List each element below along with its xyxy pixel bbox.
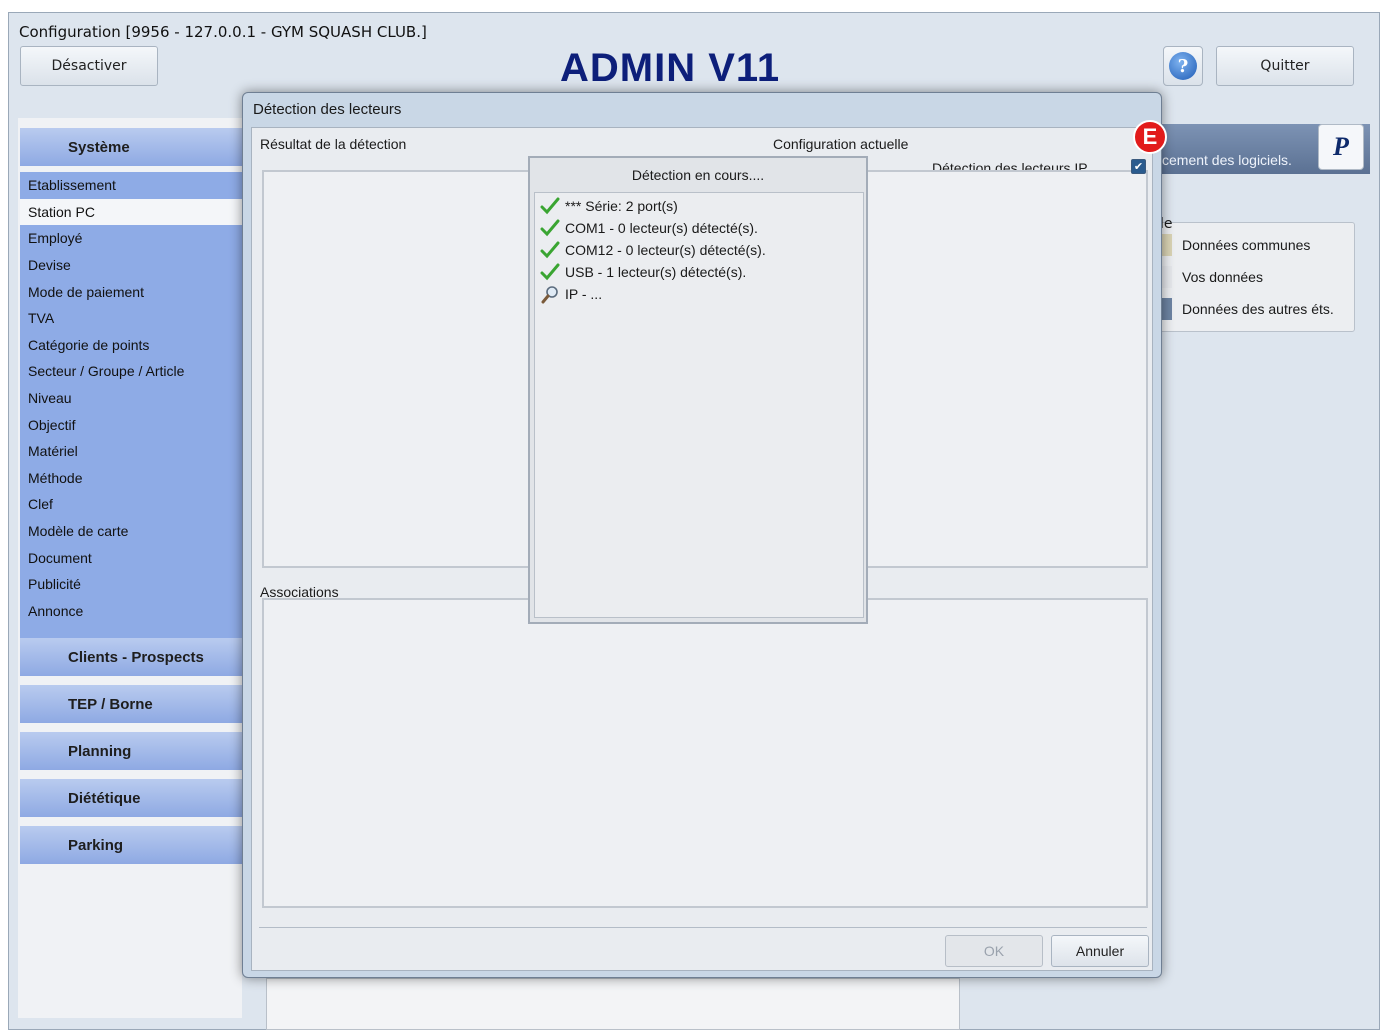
annotation-badge: E xyxy=(1133,120,1167,154)
sidebar-item[interactable]: Etablissement xyxy=(20,172,242,199)
sidebar-item[interactable]: Matériel xyxy=(20,438,242,465)
sidebar-item[interactable]: Méthode xyxy=(20,465,242,492)
ok-button[interactable]: OK xyxy=(945,935,1043,967)
sidebar-section-planning[interactable]: Planning xyxy=(20,732,242,770)
list-item: USB - 1 lecteur(s) détecté(s). xyxy=(539,261,746,283)
list-item-text: COM12 - 0 lecteur(s) détecté(s). xyxy=(565,242,766,258)
sidebar-item[interactable]: Employé xyxy=(20,225,242,252)
sidebar-item[interactable]: Niveau xyxy=(20,385,242,412)
list-item: COM1 - 0 lecteur(s) détecté(s). xyxy=(539,217,758,239)
list-item: IP - ... xyxy=(539,283,602,305)
sidebar-item[interactable]: Modèle de carte xyxy=(20,518,242,545)
progress-list: *** Série: 2 port(s) COM1 - 0 lecteur(s)… xyxy=(534,192,864,618)
associations-panel xyxy=(262,598,1148,908)
sidebar-item[interactable]: Clef xyxy=(20,491,242,518)
legend-item-common: Données communes xyxy=(1160,234,1310,256)
sidebar-item[interactable]: TVA xyxy=(20,305,242,332)
sidebar: Système Etablissement Station PC Employé… xyxy=(18,118,242,1018)
sidebar-section-systeme[interactable]: Système xyxy=(20,128,242,166)
sidebar-item[interactable]: Objectif xyxy=(20,411,242,438)
sidebar-item[interactable]: Document xyxy=(20,544,242,571)
check-icon xyxy=(539,217,561,239)
divider xyxy=(259,927,1147,928)
list-item-text: IP - ... xyxy=(565,286,603,302)
list-item-text: *** Série: 2 port(s) xyxy=(565,198,678,214)
list-item: *** Série: 2 port(s) xyxy=(539,195,678,217)
legend-item-yours: Vos données xyxy=(1160,266,1263,288)
sidebar-section-dietetique[interactable]: Diététique xyxy=(20,779,242,817)
cancel-button[interactable]: Annuler xyxy=(1051,935,1149,967)
legend-label: Données des autres éts. xyxy=(1182,301,1334,317)
dialog-title: Détection des lecteurs xyxy=(253,101,402,118)
list-item: COM12 - 0 lecteur(s) détecté(s). xyxy=(539,239,766,261)
sidebar-section-clients[interactable]: Clients - Prospects xyxy=(20,638,242,676)
sidebar-item[interactable]: Secteur / Groupe / Article xyxy=(20,358,242,385)
progress-title: Détection en cours.... xyxy=(631,167,765,183)
quit-button[interactable]: Quitter xyxy=(1216,46,1354,86)
sidebar-item-selected[interactable]: Station PC xyxy=(20,198,242,226)
app-heading: ADMIN V11 xyxy=(560,46,781,90)
sidebar-item[interactable]: Devise xyxy=(20,252,242,279)
magnifier-icon xyxy=(539,283,561,305)
sidebar-section-tep[interactable]: TEP / Borne xyxy=(20,685,242,723)
deactivate-button[interactable]: Désactiver xyxy=(20,46,158,86)
check-icon xyxy=(539,261,561,283)
help-icon[interactable]: ? xyxy=(1163,46,1203,86)
sidebar-item[interactable]: Mode de paiement xyxy=(20,278,242,305)
legend-label: Vos données xyxy=(1182,269,1263,285)
current-config-label: Configuration actuelle xyxy=(773,136,909,152)
p-logo-icon: P xyxy=(1318,124,1364,170)
sidebar-item[interactable]: Annonce xyxy=(20,598,242,625)
ip-detection-checkbox[interactable]: ✔ xyxy=(1131,159,1146,174)
background-panel xyxy=(266,978,960,1030)
sidebar-item[interactable]: Catégorie de points xyxy=(20,332,242,359)
check-icon xyxy=(539,239,561,261)
legend-item-others: Données des autres éts. xyxy=(1160,298,1334,320)
detection-progress-popup: Détection en cours.... *** Série: 2 port… xyxy=(528,156,868,624)
check-icon xyxy=(539,195,561,217)
list-item-text: COM1 - 0 lecteur(s) détecté(s). xyxy=(565,220,758,236)
result-label: Résultat de la détection xyxy=(260,136,407,152)
window-title: Configuration [9956 - 127.0.0.1 - GYM SQ… xyxy=(19,23,427,41)
sidebar-systeme-list: Etablissement Station PC Employé Devise … xyxy=(20,172,242,646)
sidebar-section-parking[interactable]: Parking xyxy=(20,826,242,864)
legend-label: Données communes xyxy=(1182,237,1311,253)
sidebar-item[interactable]: Publicité xyxy=(20,571,242,598)
list-item-text: USB - 1 lecteur(s) détecté(s). xyxy=(565,264,747,280)
info-banner-text: cement des logiciels. xyxy=(1162,152,1292,168)
